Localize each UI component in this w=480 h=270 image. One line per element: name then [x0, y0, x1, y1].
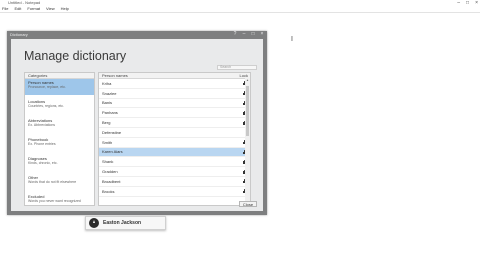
- category-desc: Ex. Abbreviations: [28, 123, 56, 127]
- name-label: Berg: [102, 120, 111, 126]
- list-item[interactable]: Gradden: [99, 167, 250, 177]
- category-item-phonebook[interactable]: Phonebook Ex. Phone entries: [25, 136, 94, 152]
- dialog-body: Manage dictionary Search Categories Pers…: [11, 39, 263, 211]
- name-label: Broadbent: [102, 178, 121, 184]
- presenter-card: Easton Jackson: [85, 216, 166, 230]
- list-item[interactable]: Karen Aiars: [99, 147, 250, 158]
- scroll-thumb[interactable]: [246, 86, 249, 136]
- category-desc: Ex. Phone entries: [28, 142, 56, 146]
- dictionary-dialog: Dictionary ? – □ × Manage dictionary Sea…: [7, 31, 267, 215]
- list-item[interactable]: Banis: [99, 99, 250, 109]
- category-item-excluded[interactable]: Excluded Words you never want recognized: [25, 193, 94, 209]
- search-input[interactable]: Search: [217, 65, 257, 70]
- names-scrollbar[interactable]: ▲: [245, 78, 250, 205]
- host-window-title: Untitled - Notepad: [8, 0, 41, 5]
- help-icon[interactable]: ?: [232, 31, 238, 37]
- dialog-minimize-icon[interactable]: –: [241, 31, 247, 37]
- presenter-logo-icon: [89, 218, 99, 228]
- list-item[interactable]: Broadbent: [99, 177, 250, 187]
- categories-header-label: Categories: [28, 73, 48, 78]
- list-item[interactable]: Smith: [99, 138, 250, 148]
- names-rows: Kriha Snazlee Banis Panhans Berg Defenstine Sm…: [99, 79, 250, 197]
- close-button[interactable]: Close: [239, 201, 257, 207]
- scroll-up-icon[interactable]: ▲: [245, 78, 250, 82]
- name-label: Gradden: [102, 169, 118, 175]
- category-desc: Words that do not fit elsewhere: [28, 180, 77, 184]
- dialog-window-controls: ? – □ ×: [232, 31, 265, 37]
- category-item-abbreviations[interactable]: Abbreviations Ex. Abbreviations: [25, 117, 94, 133]
- category-desc: Words you never want recognized: [28, 199, 81, 203]
- name-label: Smith: [102, 139, 113, 145]
- name-label: Snazlee: [102, 90, 117, 96]
- name-label: Brooks: [102, 188, 115, 194]
- list-item[interactable]: Panhans: [99, 108, 250, 119]
- category-desc: Countries, regions, etc.: [28, 104, 64, 108]
- list-item[interactable]: Brooks: [99, 187, 250, 197]
- list-item[interactable]: Shank: [99, 157, 250, 168]
- presenter-name: Easton Jackson: [103, 220, 142, 226]
- name-label: Banis: [102, 100, 113, 106]
- category-desc: Pronounce, replace, etc.: [28, 85, 66, 89]
- list-item[interactable]: Snazlee: [99, 89, 250, 99]
- categories-list: Categories Person names Pronounce, repla…: [24, 72, 95, 206]
- name-label: Shank: [102, 159, 114, 165]
- category-item-person-names[interactable]: Person names Pronounce, replace, etc.: [25, 79, 94, 95]
- list-item[interactable]: Kriha: [99, 79, 250, 89]
- category-desc: Kinds, chronic, etc.: [28, 161, 58, 165]
- dialog-close-icon[interactable]: ×: [259, 31, 265, 37]
- list-item[interactable]: Berg: [99, 118, 250, 128]
- dialog-window-title: Dictionary: [10, 32, 28, 37]
- name-label: Kriha: [102, 80, 112, 86]
- list-item[interactable]: Defenstine: [99, 128, 250, 138]
- name-label: Defenstine: [102, 129, 122, 135]
- dialog-maximize-icon[interactable]: □: [250, 31, 256, 37]
- names-header-label[interactable]: Person names: [102, 73, 128, 78]
- category-item-locations[interactable]: Locations Countries, regions, etc.: [25, 98, 94, 114]
- name-label: Panhans: [102, 110, 118, 116]
- names-list: Person names Lock Kriha Snazlee Banis Panha…: [98, 72, 251, 206]
- category-item-other[interactable]: Other Words that do not fit elsewhere: [25, 174, 94, 190]
- menubar-divider: [0, 12, 480, 13]
- text-caret-icon: I: [291, 36, 293, 43]
- name-label: Karen Aiars: [102, 149, 123, 155]
- category-item-diagnoses[interactable]: Diagnoses Kinds, chronic, etc.: [25, 155, 94, 171]
- page-title: Manage dictionary: [24, 49, 127, 63]
